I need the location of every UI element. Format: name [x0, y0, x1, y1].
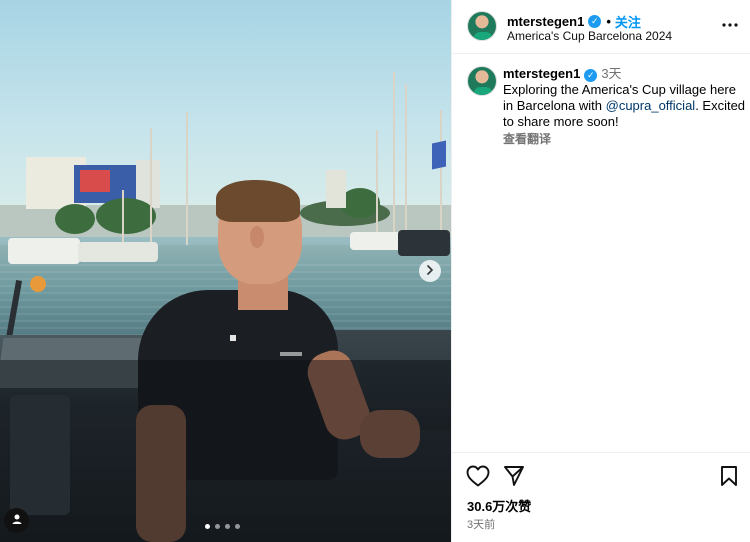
photo-billboard-detail [80, 170, 110, 192]
tagged-users-button[interactable] [4, 508, 29, 533]
photo-boat [78, 242, 158, 262]
photo-mast [376, 130, 378, 240]
like-button[interactable] [466, 465, 490, 492]
photo-tower [326, 170, 346, 208]
avatar[interactable] [467, 66, 497, 96]
photo-mast [122, 190, 124, 245]
caption-text: Exploring the America's Cup village here… [503, 82, 747, 130]
photo-mast [186, 112, 188, 247]
photo-shirt-tag [230, 335, 236, 341]
photo-tree [96, 198, 156, 234]
save-button[interactable] [720, 465, 738, 492]
photo-boat [8, 238, 80, 264]
carousel-dot [225, 524, 230, 529]
mention-link[interactable]: @cupra_official [606, 98, 696, 113]
photo-person-ear [250, 226, 264, 248]
chevron-right-icon [426, 264, 434, 278]
photo-shirt-logo [280, 352, 302, 356]
photo-mast [393, 72, 395, 242]
photo-person-hair [216, 180, 300, 222]
photo-boat [350, 232, 402, 250]
verified-badge-icon: ✓ [588, 15, 602, 28]
share-button[interactable] [503, 465, 525, 492]
header-username[interactable]: mterstegen1 [507, 14, 584, 29]
photo-mast [440, 110, 442, 240]
like-count[interactable]: 30.6万次赞 [467, 496, 531, 515]
carousel-dot [215, 524, 220, 529]
photo-mast [405, 84, 407, 244]
photo-buoy [30, 276, 46, 292]
photo-mast [150, 128, 152, 246]
caption-username[interactable]: mterstegen1 [503, 66, 580, 81]
post-media[interactable] [0, 0, 451, 542]
location-link[interactable]: America's Cup Barcelona 2024 [507, 29, 672, 43]
carousel-next-button[interactable] [419, 260, 441, 282]
photo-boat [398, 230, 450, 256]
photo-tree [55, 204, 95, 234]
see-translation-button[interactable]: 查看翻译 [503, 131, 747, 147]
photo-shadow [0, 360, 451, 542]
post-header: mterstegen1 ✓ • 关注 America's Cup Barcelo… [452, 0, 750, 54]
bookmark-icon [720, 466, 738, 491]
caption-time[interactable]: 3天 [601, 66, 621, 81]
user-tag-icon [11, 512, 23, 530]
post-actions: 30.6万次赞 3天前 [452, 452, 750, 542]
header-separator: • [606, 14, 611, 29]
post-timestamp[interactable]: 3天前 [467, 516, 495, 532]
more-options-button[interactable] [722, 14, 738, 32]
avatar[interactable] [467, 11, 497, 41]
more-icon [722, 14, 738, 31]
heart-icon [466, 465, 490, 491]
photo-flag [432, 140, 446, 170]
verified-badge-icon: ✓ [584, 68, 598, 82]
post-sidebar: mterstegen1 ✓ • 关注 America's Cup Barcelo… [451, 0, 750, 542]
carousel-dot-active [205, 524, 210, 529]
carousel-dot [235, 524, 240, 529]
photo-tree [340, 188, 380, 218]
paper-plane-icon [503, 466, 525, 491]
carousel-indicator [205, 524, 240, 529]
caption-body: mterstegen1 ✓ 3天 Exploring the America's C… [503, 66, 747, 147]
